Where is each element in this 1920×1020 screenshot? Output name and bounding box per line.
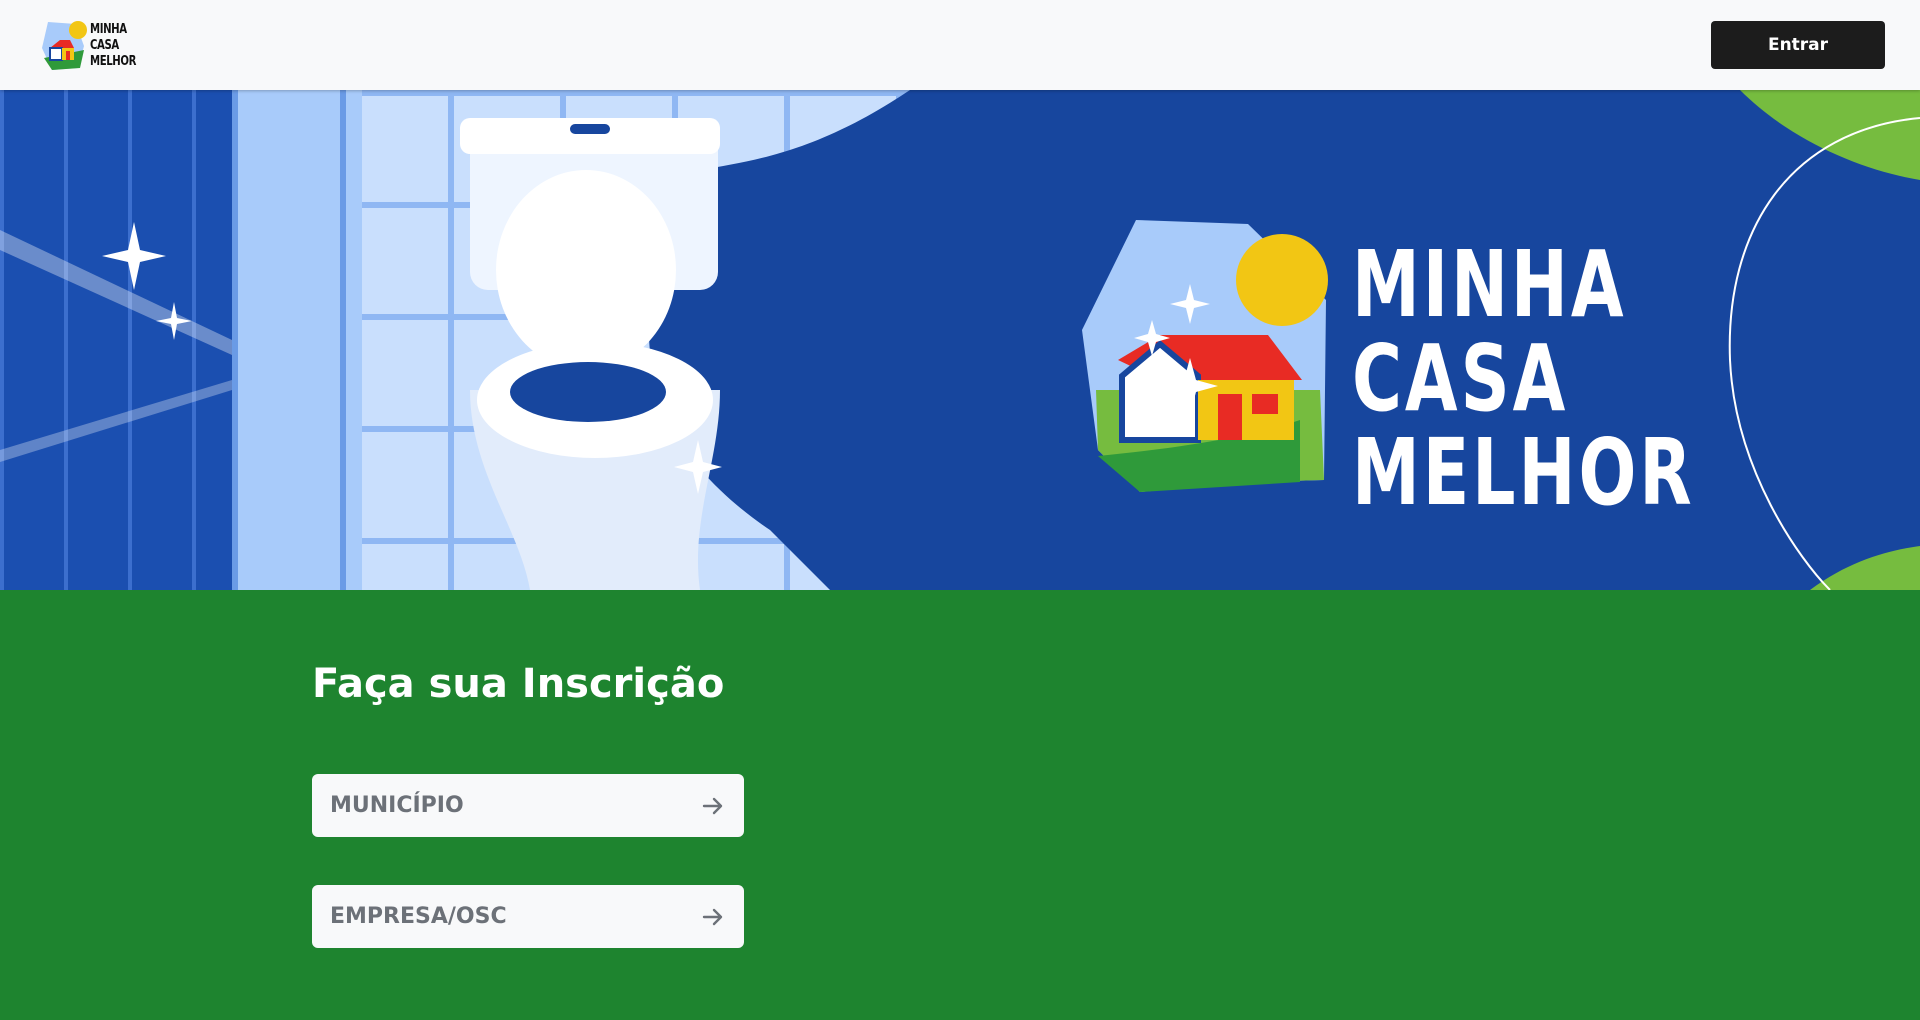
enter-button[interactable]: Entrar [1711, 21, 1885, 69]
arrow-right-icon [700, 904, 726, 930]
option-label: EMPRESA/OSC [330, 904, 507, 929]
page-title: Faça sua Inscrição [312, 661, 725, 707]
brand-word: CASA [1352, 325, 1569, 432]
option-label: MUNICÍPIO [330, 793, 464, 818]
hero-banner: MINHA CASA MELHOR [0, 90, 1920, 590]
empresa-osc-option[interactable]: EMPRESA/OSC [312, 885, 744, 948]
logo-emblem-icon [42, 21, 87, 70]
municipio-option[interactable]: MUNICÍPIO [312, 774, 744, 837]
arrow-right-icon [700, 793, 726, 819]
site-logo[interactable]: MINHA CASA MELHOR [40, 18, 136, 74]
logo-word: MINHA [90, 22, 127, 37]
brand-word: MINHA [1352, 231, 1627, 338]
brand-wordmark: MINHA CASA MELHOR [1352, 238, 1815, 520]
logo-word: CASA [90, 38, 119, 53]
top-header: MINHA CASA MELHOR Entrar [0, 0, 1920, 90]
signup-section: Faça sua Inscrição MUNICÍPIO EMPRESA/OSC [0, 590, 1920, 1020]
brand-word: MELHOR [1352, 419, 1695, 526]
logo-word: MELHOR [90, 54, 137, 69]
